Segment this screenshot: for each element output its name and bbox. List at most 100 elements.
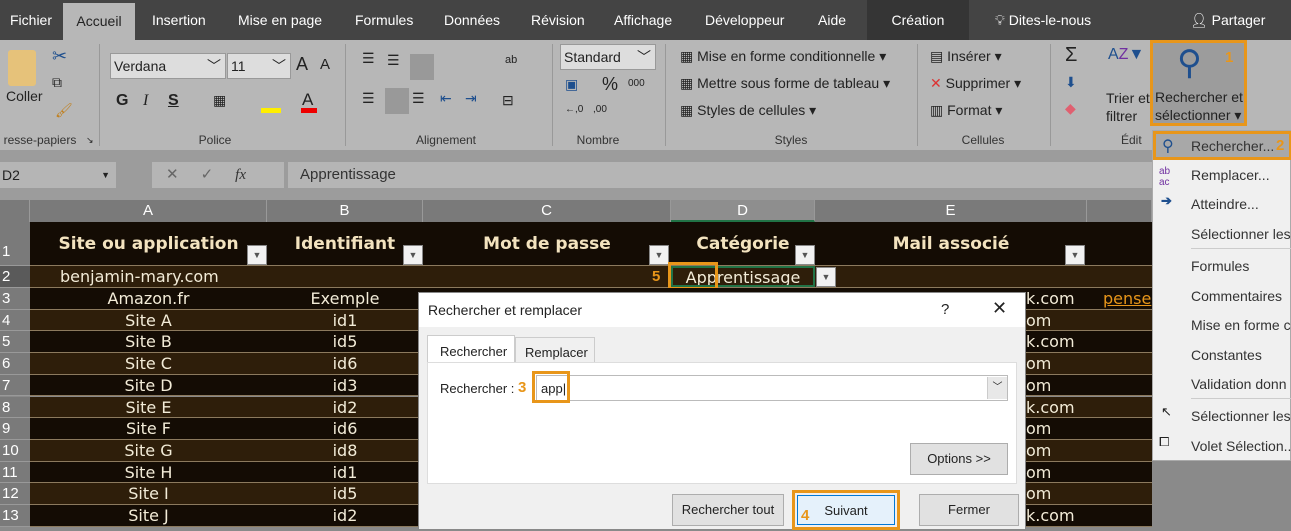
cell-site[interactable]: Site A xyxy=(30,310,267,331)
thousands-icon[interactable]: 000 xyxy=(628,78,645,89)
cell-site[interactable]: Site J xyxy=(30,505,267,526)
cell-mail[interactable]: om xyxy=(1026,353,1086,374)
font-size-select[interactable]: 11 ﹀ xyxy=(227,53,291,79)
italic-button[interactable]: I xyxy=(143,92,148,110)
row-header[interactable]: 2 xyxy=(0,266,30,288)
row-header[interactable]: 12 xyxy=(0,483,30,505)
cell-identifiant[interactable]: id3 xyxy=(267,375,423,396)
number-format-select[interactable]: Standard ﹀ xyxy=(560,44,656,70)
cell-identifiant[interactable]: id6 xyxy=(267,353,423,374)
menu-item-commentaires[interactable]: Commentaires xyxy=(1191,288,1282,304)
tab-aide[interactable]: Aide xyxy=(808,0,856,40)
cell-identifiant[interactable]: id8 xyxy=(267,440,423,461)
cell-site[interactable]: Site I xyxy=(30,483,267,504)
cell-site[interactable]: Site C xyxy=(30,353,267,374)
increase-decimal-icon[interactable]: ←,0 xyxy=(565,104,583,115)
format-button[interactable]: ▥ Format ▾ xyxy=(930,102,1002,119)
fill-color-icon[interactable] xyxy=(261,108,281,113)
cell-site[interactable]: Site B xyxy=(30,331,267,352)
row-header[interactable]: 9 xyxy=(0,418,30,440)
grow-font-icon[interactable]: A xyxy=(296,54,308,75)
underline-button[interactable]: S xyxy=(168,92,179,110)
row-header[interactable]: 11 xyxy=(0,461,30,484)
cell-site[interactable]: Site H xyxy=(30,462,267,483)
cell-site[interactable]: Site D xyxy=(30,375,267,396)
cell-identifiant[interactable]: id5 xyxy=(267,483,423,504)
align-bottom-icon[interactable] xyxy=(410,54,434,80)
align-middle-icon[interactable]: ☰ xyxy=(387,52,400,69)
shrink-font-icon[interactable]: A xyxy=(320,56,330,73)
cell-mail[interactable]: om xyxy=(1026,462,1086,483)
cell-mail[interactable]: k.com xyxy=(1026,331,1086,352)
paste-icon[interactable] xyxy=(8,50,36,86)
close-icon[interactable]: ✕ xyxy=(992,298,1007,319)
row-header[interactable]: 3 xyxy=(0,288,30,310)
row-header[interactable]: 10 xyxy=(0,439,30,462)
menu-item-volet-selection[interactable]: Volet Sélection... xyxy=(1191,438,1291,454)
cell-site[interactable]: Site F xyxy=(30,418,267,439)
cell-mail[interactable]: om xyxy=(1026,440,1086,461)
enter-icon[interactable]: ✓ xyxy=(201,166,214,183)
sort-filter-button-2[interactable]: filtrer xyxy=(1106,108,1137,124)
format-as-table-button[interactable]: ▦ Mettre sous forme de tableau ▾ xyxy=(680,75,890,92)
font-color-icon[interactable]: A xyxy=(302,90,313,110)
menu-item-selectionner-cellules[interactable]: Sélectionner les xyxy=(1191,226,1291,242)
merge-center-icon[interactable]: ⊟ xyxy=(502,92,514,109)
tab-mise-en-page[interactable]: Mise en page xyxy=(228,0,332,40)
percent-icon[interactable]: % xyxy=(602,74,618,95)
cell-identifiant[interactable]: id2 xyxy=(267,397,423,418)
menu-item-rechercher[interactable]: ⚲ Rechercher... 2 xyxy=(1153,131,1291,160)
tab-formules[interactable]: Formules xyxy=(345,0,423,40)
tab-revision[interactable]: Révision xyxy=(521,0,595,40)
cell-mail[interactable]: k.com xyxy=(1026,505,1086,526)
menu-item-constantes[interactable]: Constantes xyxy=(1191,347,1262,363)
formula-input[interactable]: Apprentissage xyxy=(288,162,1291,188)
cell-identifiant[interactable]: id1 xyxy=(267,310,423,331)
format-painter-icon[interactable]: 🖌︎ xyxy=(55,102,73,119)
cell-mail[interactable]: om xyxy=(1026,483,1086,504)
column-header-b[interactable]: B xyxy=(267,200,423,222)
help-button[interactable]: ? xyxy=(941,301,949,318)
align-top-icon[interactable]: ☰ xyxy=(362,50,375,67)
cell-mail[interactable]: k.com xyxy=(1026,288,1086,309)
cell-identifiant[interactable]: Exemple xyxy=(267,288,423,309)
tab-fichier[interactable]: Fichier xyxy=(0,0,62,40)
cell-mail[interactable]: om xyxy=(1026,310,1086,331)
tell-me[interactable]: 💡︎ Dites-le-nous xyxy=(985,0,1101,40)
column-header-f[interactable] xyxy=(1087,200,1152,222)
cell-site[interactable]: Site G xyxy=(30,440,267,461)
menu-item-formules[interactable]: Formules xyxy=(1191,258,1249,274)
cell-identifiant[interactable]: id5 xyxy=(267,331,423,352)
tab-accueil[interactable]: Accueil xyxy=(63,3,135,40)
delete-button[interactable]: ✕ Supprimer ▾ xyxy=(930,75,1021,92)
row-header[interactable]: 1 xyxy=(0,222,30,266)
decrease-decimal-icon[interactable]: ,00 xyxy=(593,104,607,115)
cell-styles-button[interactable]: ▦ Styles de cellules ▾ xyxy=(680,102,816,119)
row-header[interactable]: 13 xyxy=(0,505,30,527)
tab-rechercher[interactable]: Rechercher xyxy=(427,335,515,363)
close-button[interactable]: Fermer xyxy=(919,494,1019,526)
tab-developpeur[interactable]: Développeur xyxy=(695,0,794,40)
wrap-text-icon[interactable]: ab xyxy=(505,54,517,66)
borders-icon[interactable]: ▦ xyxy=(213,92,226,109)
clear-icon[interactable]: ◆ xyxy=(1065,100,1076,117)
currency-icon[interactable]: ▣ xyxy=(565,76,578,93)
menu-item-atteindre[interactable]: Atteindre... xyxy=(1191,196,1259,212)
cell-site[interactable]: Amazon.fr xyxy=(30,288,267,309)
paste-button[interactable]: Coller xyxy=(6,88,43,104)
autosum-icon[interactable]: Σ xyxy=(1065,44,1077,67)
align-center-icon[interactable] xyxy=(385,88,409,114)
insert-button[interactable]: ▤ Insérer ▾ xyxy=(930,48,1002,65)
find-input[interactable]: app| ﹀ xyxy=(536,375,1008,401)
row-header[interactable]: 7 xyxy=(0,374,30,397)
cell-mail[interactable]: k.com xyxy=(1026,397,1086,418)
tab-creation[interactable]: Création xyxy=(867,0,969,40)
filter-dropdown-icon[interactable]: ▼ xyxy=(649,245,669,265)
dialog-launcher-icon[interactable]: ↘ xyxy=(86,135,94,146)
chevron-down-icon[interactable]: ﹀ xyxy=(987,377,1007,399)
filter-dropdown-icon[interactable]: ▼ xyxy=(247,245,267,265)
menu-item-remplacer[interactable]: Remplacer... xyxy=(1191,167,1270,183)
find-all-button[interactable]: Rechercher tout xyxy=(672,494,784,526)
options-button[interactable]: Options >> xyxy=(910,443,1008,475)
align-left-icon[interactable]: ☰ xyxy=(362,90,375,107)
